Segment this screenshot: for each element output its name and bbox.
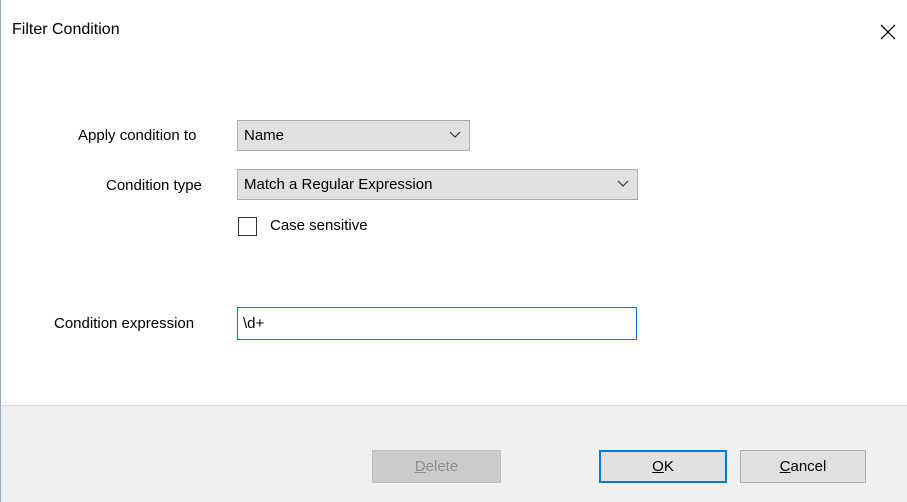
cancel-button[interactable]: Cancel <box>740 450 866 483</box>
apply-condition-label: Apply condition to <box>78 127 197 144</box>
delete-button-mnemonic: D <box>414 458 426 475</box>
dialog-title: Filter Condition <box>12 21 120 38</box>
filter-condition-dialog: Filter Condition Apply condition to Name… <box>0 0 907 502</box>
cancel-button-mnemonic: C <box>779 458 791 475</box>
condition-type-label: Condition type <box>106 177 202 194</box>
cancel-button-label: ancel <box>790 458 827 475</box>
condition-expression-label: Condition expression <box>54 315 195 332</box>
condition-type-dropdown[interactable]: Match a Regular Expression <box>237 169 638 200</box>
chevron-down-icon <box>449 131 461 138</box>
apply-condition-dropdown[interactable]: Name <box>237 120 470 151</box>
chevron-down-icon <box>617 180 629 187</box>
ok-button[interactable]: OK <box>599 450 727 483</box>
dialog-footer: Delete OK Cancel <box>1 405 907 502</box>
condition-type-value: Match a Regular Expression <box>244 176 433 193</box>
condition-expression-input[interactable]: \d+ <box>237 307 637 340</box>
apply-condition-value: Name <box>244 127 285 144</box>
title-bar: Filter Condition <box>1 0 907 64</box>
condition-expression-value: \d+ <box>243 315 265 332</box>
close-button[interactable] <box>868 12 907 52</box>
delete-button[interactable]: Delete <box>372 450 501 483</box>
close-icon <box>880 24 896 40</box>
ok-button-mnemonic: O <box>652 458 664 475</box>
case-sensitive-label: Case sensitive <box>270 217 368 234</box>
delete-button-label: elete <box>425 458 459 475</box>
ok-button-label: K <box>663 458 674 475</box>
case-sensitive-checkbox[interactable] <box>238 217 257 236</box>
